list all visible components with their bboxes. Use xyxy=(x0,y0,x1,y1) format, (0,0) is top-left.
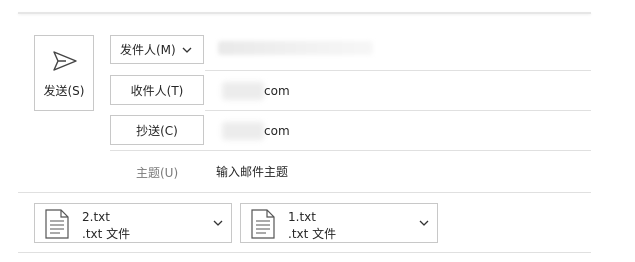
text-file-icon xyxy=(251,209,275,239)
attachment-type: .txt 文件 xyxy=(82,227,131,241)
cc-button[interactable]: 抄送(C) xyxy=(110,115,204,145)
chevron-down-icon[interactable] xyxy=(213,220,223,226)
attachment-type: .txt 文件 xyxy=(288,227,337,241)
from-dropdown-button[interactable]: 发件人(M) xyxy=(110,35,204,64)
cc-separator xyxy=(110,150,591,151)
cc-address-redacted xyxy=(222,122,264,140)
cc-label: 抄送(C) xyxy=(136,123,178,138)
top-divider xyxy=(18,12,591,14)
send-button[interactable]: 发送(S) xyxy=(34,35,94,111)
send-icon xyxy=(53,51,77,71)
from-separator xyxy=(205,70,591,71)
to-button[interactable]: 收件人(T) xyxy=(110,75,204,105)
text-file-icon xyxy=(45,209,69,239)
from-address-redacted xyxy=(218,41,373,55)
chevron-down-icon[interactable] xyxy=(419,220,429,226)
to-address-redacted xyxy=(222,82,264,100)
to-separator xyxy=(205,110,591,111)
attachment-item[interactable]: 1.txt .txt 文件 xyxy=(240,203,438,243)
subject-input[interactable] xyxy=(216,164,586,180)
to-field[interactable]: com xyxy=(264,84,290,98)
attachment-item[interactable]: 2.txt .txt 文件 xyxy=(34,203,232,243)
cc-field[interactable]: com xyxy=(264,124,290,138)
attachment-name: 2.txt xyxy=(82,210,110,224)
chevron-down-icon xyxy=(182,47,192,53)
send-button-label: 发送(S) xyxy=(43,84,85,98)
attachment-name: 1.txt xyxy=(288,210,316,224)
bottom-separator xyxy=(18,252,591,253)
to-label: 收件人(T) xyxy=(130,83,184,98)
subject-label: 主题(U) xyxy=(136,166,179,180)
subject-separator xyxy=(18,192,591,193)
